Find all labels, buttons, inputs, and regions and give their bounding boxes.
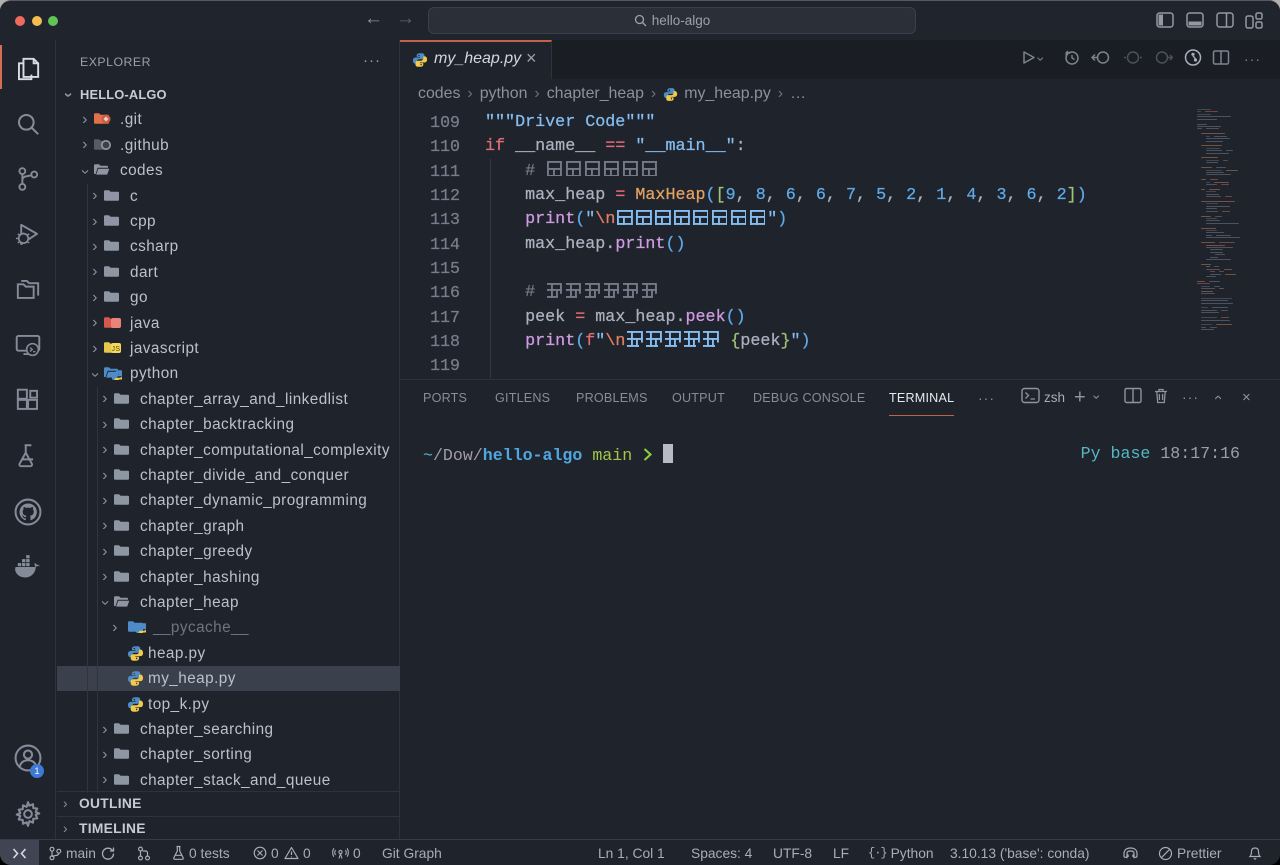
svg-text:JS: JS	[111, 346, 120, 353]
